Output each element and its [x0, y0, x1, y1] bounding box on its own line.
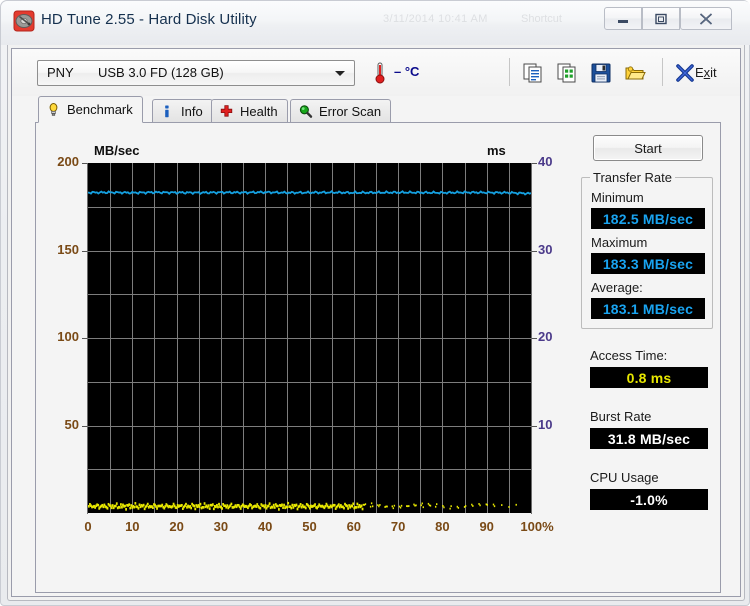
copy-image-icon[interactable]	[555, 61, 579, 85]
lightbulb-icon	[46, 102, 61, 117]
app-window: HD Tune 2.55 - Hard Disk Utility 3/11/20…	[0, 0, 750, 606]
client-area: PNY USB 3.0 FD (128 GB) – °C Exit Benchm…	[7, 45, 745, 601]
chart-y2label: ms	[487, 143, 506, 158]
window-title: HD Tune 2.55 - Hard Disk Utility	[41, 11, 257, 28]
chart-y-tick-label: 50	[64, 416, 79, 432]
access-time-trace	[88, 501, 517, 511]
thermometer-icon	[372, 61, 388, 85]
chart-x-tick-label: 30	[213, 519, 229, 534]
chart-y2-tick	[532, 163, 537, 164]
chart-y2-tick-label: 40	[538, 154, 553, 169]
chart-y2-tick-label: 20	[538, 329, 553, 344]
minimum-label: Minimum	[591, 190, 644, 205]
tab-error-scan-label: Error Scan	[319, 103, 382, 119]
toolbar-separator-2	[662, 58, 663, 86]
chart-x-tick-label: 50	[302, 519, 317, 534]
tab-info[interactable]: Info	[152, 99, 213, 122]
desktop-ghost-timestamp: 3/11/2014 10:41 AM	[383, 13, 488, 25]
transfer-rate-group: Transfer Rate Minimum 182.5 MB/sec Maxim…	[581, 170, 713, 329]
chart-y-tick	[82, 163, 87, 164]
chevron-down-icon[interactable]	[335, 71, 345, 76]
chart-x-tick-label: 60	[346, 519, 362, 534]
desktop-ghost-label: Shortcut	[521, 13, 562, 25]
toolbar-separator-1	[509, 58, 510, 86]
magnifier-icon	[298, 104, 313, 119]
tab-health-label: Health	[240, 103, 278, 119]
maximize-button[interactable]	[642, 7, 680, 30]
cpu-usage-label: CPU Usage	[590, 470, 659, 485]
chart-x-tick-label: 20	[169, 519, 184, 534]
hard-disk-icon	[13, 10, 35, 32]
chart-y-tick-label: 200	[57, 154, 79, 169]
toolbar: PNY USB 3.0 FD (128 GB) – °C Exit	[12, 49, 740, 96]
access-time-value: 0.8 ms	[590, 367, 708, 388]
chart-y2-tick	[532, 425, 537, 427]
maximum-value: 183.3 MB/sec	[591, 253, 705, 274]
tab-benchmark[interactable]: Benchmark	[38, 96, 143, 123]
maximize-icon	[654, 13, 668, 25]
chart-y2-tick	[532, 338, 537, 339]
chart-x-ticks: 0 10 20 30 40 50 60 70 80 90 100%	[46, 519, 571, 539]
benchmark-panel: MB/sec ms 50 100 150 200 10 20 30 40 0 10 20 30 40…	[35, 122, 721, 593]
folder-open-icon[interactable]	[623, 61, 647, 85]
red-cross-icon	[219, 104, 234, 119]
average-value: 183.1 MB/sec	[591, 298, 705, 319]
chart-y-tick	[82, 425, 87, 427]
close-icon	[698, 12, 714, 26]
minimize-icon	[616, 14, 630, 24]
results-panel: Start Transfer Rate Minimum 182.5 MB/sec…	[581, 131, 713, 581]
chart-y-tick-label: 100	[57, 329, 79, 344]
chart-x-tick-label: 70	[390, 519, 406, 534]
temperature-value: – °C	[394, 64, 420, 79]
chart-y-tick	[82, 250, 87, 252]
burst-rate-value: 31.8 MB/sec	[590, 428, 708, 449]
close-x-icon[interactable]	[673, 61, 697, 85]
copy-text-icon[interactable]	[521, 61, 545, 85]
tab-strip: Benchmark Info Health Error Scan	[12, 96, 740, 123]
tab-benchmark-label: Benchmark	[67, 102, 133, 117]
chart-x-tick-label: 10	[125, 519, 140, 534]
chart-y-tick	[82, 338, 87, 339]
average-label: Average:	[591, 280, 643, 295]
chart-x-tick-label: 100%	[520, 519, 554, 534]
chart-plot-area	[88, 163, 531, 513]
tab-error-scan[interactable]: Error Scan	[290, 99, 392, 122]
chart-y2-tick-label: 10	[538, 416, 553, 432]
transfer-rate-group-title: Transfer Rate	[590, 170, 675, 185]
chart-x-tick-label: 40	[257, 519, 273, 534]
chart-y2-tick	[532, 250, 537, 252]
exit-label-post: it	[710, 65, 717, 80]
access-time-label: Access Time:	[590, 348, 668, 363]
client-inner: PNY USB 3.0 FD (128 GB) – °C Exit Benchm…	[11, 48, 741, 597]
chart-y2-tick-label: 30	[538, 241, 553, 257]
cpu-usage-value: -1.0%	[590, 489, 708, 510]
chart-y-tick-label: 150	[57, 241, 79, 257]
info-icon	[160, 104, 175, 119]
drive-select-dropdown[interactable]: PNY USB 3.0 FD (128 GB)	[37, 60, 355, 86]
chart-ylabel: MB/sec	[94, 143, 140, 158]
burst-rate-label: Burst Rate	[590, 409, 652, 424]
maximum-label: Maximum	[591, 235, 648, 250]
exit-button[interactable]: Exit	[695, 65, 717, 80]
title-bar[interactable]: HD Tune 2.55 - Hard Disk Utility 3/11/20…	[1, 1, 750, 45]
chart-x-tick-label: 0	[84, 519, 92, 534]
start-button[interactable]: Start	[593, 135, 703, 161]
minimize-button[interactable]	[604, 7, 642, 30]
close-button[interactable]	[680, 7, 732, 30]
minimum-value: 182.5 MB/sec	[591, 208, 705, 229]
save-floppy-icon[interactable]	[589, 61, 613, 85]
tab-info-label: Info	[181, 103, 203, 119]
tab-health[interactable]: Health	[211, 99, 288, 122]
chart-x-tick-label: 80	[435, 519, 450, 534]
drive-vendor-label: PNY	[47, 65, 74, 80]
chart-x-tick-label: 90	[479, 519, 494, 534]
drive-model-label: USB 3.0 FD (128 GB)	[98, 65, 224, 80]
benchmark-chart: MB/sec ms 50 100 150 200 10 20 30 40 0 10 20 30 40…	[46, 131, 571, 551]
exit-label-pre: E	[695, 65, 704, 80]
